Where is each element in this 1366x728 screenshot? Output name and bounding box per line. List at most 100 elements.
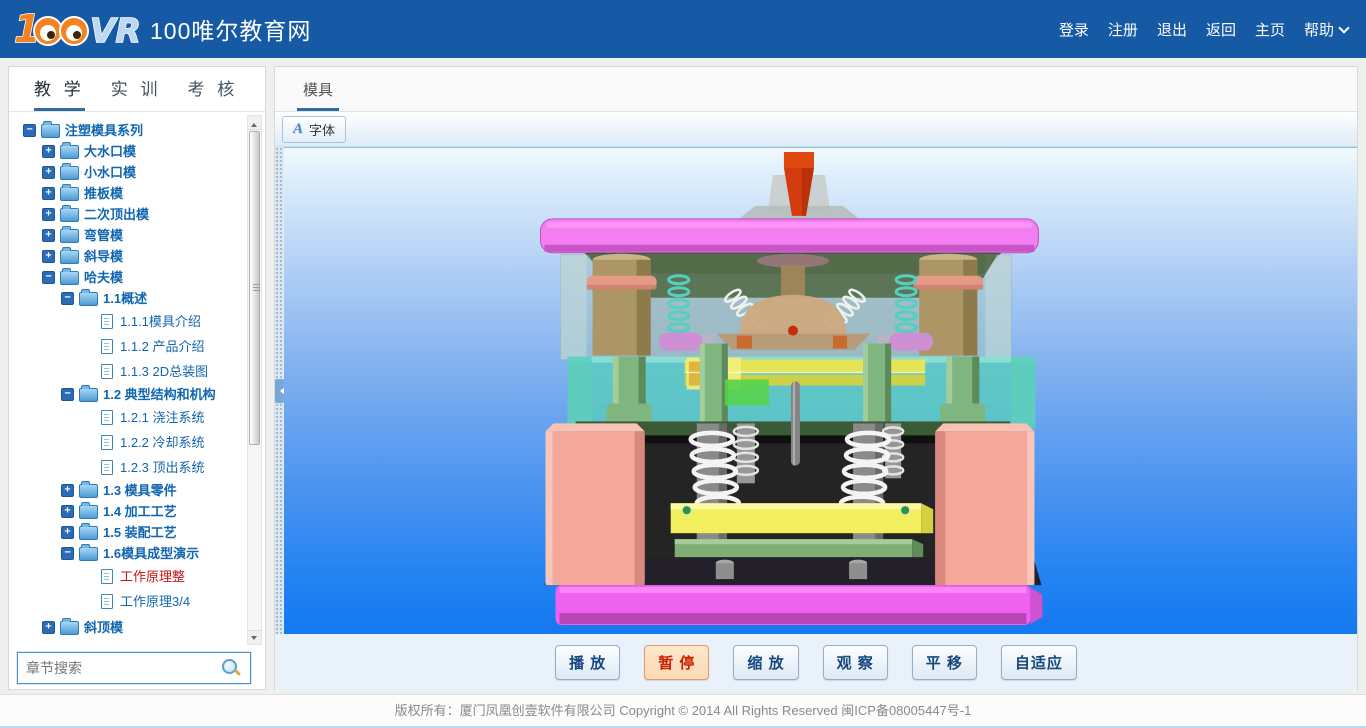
tree-item[interactable]: 小水口模 — [13, 162, 243, 183]
brand[interactable]: 1 VR 100唯尔教育网 — [12, 7, 311, 51]
viewer-control-button[interactable]: 观 察 — [823, 645, 888, 680]
tree-item[interactable]: 斜顶模 — [13, 617, 243, 638]
tree-scrollbar[interactable] — [247, 115, 262, 645]
tree-item[interactable]: 1.3 模具零件 — [13, 480, 243, 501]
expand-toggle-icon[interactable] — [42, 271, 55, 284]
tree-item[interactable]: 1.4 加工工艺 — [13, 501, 243, 522]
sidebar-tab[interactable]: 实 训 — [111, 67, 162, 111]
tree-item[interactable]: 二次顶出模 — [13, 204, 243, 225]
expand-toggle-icon[interactable] — [42, 621, 55, 634]
folder-icon — [79, 484, 98, 498]
expand-toggle-icon[interactable] — [42, 208, 55, 221]
viewer-control-button[interactable]: 自适应 — [1001, 645, 1077, 680]
tab-mold[interactable]: 模具 — [297, 67, 339, 111]
tree-item[interactable]: 大水口模 — [13, 141, 243, 162]
expand-toggle-icon[interactable] — [42, 250, 55, 263]
folder-icon — [60, 621, 79, 635]
tree-item[interactable]: 1.1.1模具介绍 — [13, 309, 243, 334]
expand-toggle-icon[interactable] — [42, 145, 55, 158]
viewer-control-button[interactable]: 平 移 — [912, 645, 977, 680]
navbar-link[interactable]: 返回 — [1206, 19, 1236, 40]
spacer-block-left — [545, 423, 644, 585]
font-button[interactable]: A 字体 — [282, 116, 346, 143]
footer: 版权所有：厦门凤凰创壹软件有限公司 Copyright © 2014 All R… — [0, 694, 1366, 728]
font-icon: A — [293, 121, 303, 138]
file-icon — [101, 435, 113, 450]
tree-item[interactable]: 1.5 装配工艺 — [13, 522, 243, 543]
sidebar-tab[interactable]: 考 核 — [187, 67, 238, 111]
logo-100vr-icon: 1 VR — [12, 7, 140, 51]
expand-toggle-icon[interactable] — [61, 484, 74, 497]
expand-toggle-icon[interactable] — [23, 124, 36, 137]
chapter-search — [17, 652, 251, 684]
expand-toggle-icon[interactable] — [42, 166, 55, 179]
expand-toggle-icon[interactable] — [61, 292, 74, 305]
folder-icon — [60, 250, 79, 264]
expand-toggle-icon[interactable] — [61, 526, 74, 539]
file-icon — [101, 364, 113, 379]
file-icon — [101, 460, 113, 475]
folder-icon — [79, 292, 98, 306]
search-icon[interactable] — [220, 657, 242, 679]
viewer-control-button[interactable]: 播 放 — [555, 645, 620, 680]
folder-icon — [79, 505, 98, 519]
navbar-link[interactable]: 登录 — [1059, 19, 1089, 40]
tree-item[interactable]: 弯管模 — [13, 225, 243, 246]
tree-item[interactable]: 1.2 典型结构和机构 — [13, 384, 243, 405]
viewer-area — [275, 147, 1357, 634]
navbar-link[interactable]: 注册 — [1108, 19, 1138, 40]
sidebar-tabs: 教 学 实 训 考 核 — [9, 67, 265, 112]
tree-item[interactable]: 1.1概述 — [13, 288, 243, 309]
file-icon — [101, 594, 113, 609]
tree-item[interactable]: 工作原理3/4 — [13, 589, 243, 614]
tree-item[interactable]: 推板模 — [13, 183, 243, 204]
tree-item[interactable]: 1.2.2 冷却系统 — [13, 430, 243, 455]
tree-item[interactable]: 1.1.2 产品介绍 — [13, 334, 243, 359]
3d-canvas[interactable] — [284, 147, 1357, 634]
tree-item[interactable]: 斜导模 — [13, 246, 243, 267]
viewer-control-button[interactable]: 暂 停 — [644, 645, 709, 680]
sprue-bushing — [739, 152, 859, 219]
tree-item[interactable]: 1.2.1 浇注系统 — [13, 405, 243, 430]
main-tabbar: 模具 — [275, 67, 1357, 112]
folder-icon — [60, 208, 79, 222]
spacer-block-right — [935, 423, 1034, 585]
main-panel: 模具 A 字体 — [274, 66, 1358, 690]
top-clamp-plate — [540, 219, 1038, 253]
viewer-toolbar: A 字体 — [275, 112, 1357, 147]
folder-icon — [79, 547, 98, 561]
panel-splitter[interactable] — [275, 147, 284, 634]
bottom-clamp-plate — [556, 585, 1043, 625]
scrollbar-thumb[interactable] — [249, 131, 260, 445]
scroll-up-icon[interactable] — [248, 116, 261, 130]
tree-item[interactable]: 哈夫模 — [13, 267, 243, 288]
collapse-panel-arrow-icon[interactable] — [275, 379, 284, 403]
expand-toggle-icon[interactable] — [61, 505, 74, 518]
guide-bushing-left — [587, 254, 657, 356]
folder-icon — [41, 124, 60, 138]
folder-icon — [60, 271, 79, 285]
tree-item[interactable]: 1.6模具成型演示 — [13, 543, 243, 564]
scroll-down-icon[interactable] — [248, 630, 261, 644]
svg-text:VR: VR — [90, 11, 140, 50]
expand-toggle-icon[interactable] — [42, 229, 55, 242]
viewer-control-button[interactable]: 缩 放 — [733, 645, 798, 680]
navbar: 1 VR 100唯尔教育网 登录 注册 退出 返回 主页 — [0, 0, 1366, 58]
page: 1 VR 100唯尔教育网 登录 注册 退出 返回 主页 — [0, 0, 1366, 728]
expand-toggle-icon[interactable] — [61, 388, 74, 401]
navbar-links: 登录 注册 退出 返回 主页 帮助 — [1059, 0, 1348, 58]
chapter-tree: 注塑模具系列 大水口模 小水口模 — [9, 112, 243, 649]
tree-item[interactable]: 工作原理整 — [13, 564, 243, 589]
navbar-link[interactable]: 主页 — [1255, 19, 1285, 40]
search-input[interactable] — [18, 660, 220, 676]
tree-item[interactable]: 注塑模具系列 — [13, 120, 243, 141]
copyright-text: 版权所有：厦门凤凰创壹软件有限公司 Copyright © 2014 All R… — [395, 703, 972, 718]
expand-toggle-icon[interactable] — [42, 187, 55, 200]
navbar-link[interactable]: 帮助 — [1304, 19, 1348, 40]
tree-item[interactable]: 1.1.3 2D总装图 — [13, 359, 243, 384]
expand-toggle-icon[interactable] — [61, 547, 74, 560]
navbar-link[interactable]: 退出 — [1157, 19, 1187, 40]
folder-icon — [60, 145, 79, 159]
tree-item[interactable]: 1.2.3 顶出系统 — [13, 455, 243, 480]
sidebar-tab[interactable]: 教 学 — [34, 67, 85, 111]
